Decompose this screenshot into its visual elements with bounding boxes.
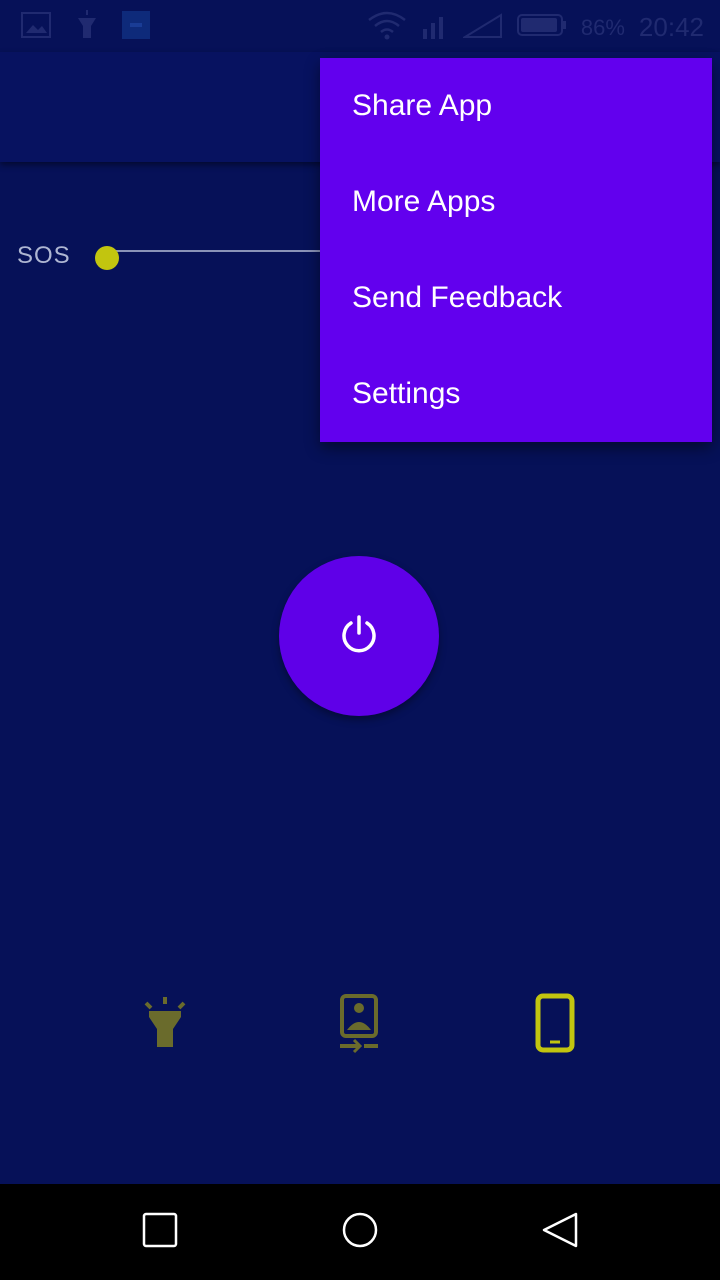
image-icon	[20, 11, 52, 44]
menu-item-settings[interactable]: Settings	[320, 346, 712, 442]
tab-front-camera[interactable]	[325, 990, 395, 1060]
tab-screen-light[interactable]	[520, 990, 590, 1060]
home-button[interactable]	[338, 1210, 382, 1254]
sos-slider-thumb[interactable]	[95, 246, 119, 270]
signal-icon-2	[461, 11, 503, 44]
sos-label: SOS	[17, 242, 71, 269]
front-camera-icon	[338, 992, 382, 1059]
menu-item-send-feedback[interactable]: Send Feedback	[320, 250, 712, 346]
flashlight-icon	[140, 995, 190, 1056]
clock: 20:42	[638, 12, 704, 42]
wifi-icon	[367, 10, 407, 45]
back-icon	[540, 1210, 580, 1255]
recents-button[interactable]	[138, 1210, 182, 1254]
flashlight-icon	[74, 10, 100, 45]
menu-item-more-apps[interactable]: More Apps	[320, 154, 712, 250]
sos-slider-track[interactable]	[107, 250, 347, 252]
menu-item-share-app[interactable]: Share App	[320, 58, 712, 154]
battery-percent: 86%	[580, 14, 625, 40]
back-button[interactable]	[538, 1210, 582, 1254]
home-icon	[340, 1210, 380, 1255]
tab-flashlight[interactable]	[130, 990, 200, 1060]
power-button[interactable]	[279, 556, 439, 716]
navigation-bar	[0, 1184, 720, 1280]
battery-icon	[516, 12, 567, 43]
recents-icon	[140, 1210, 180, 1255]
app-icon	[122, 11, 150, 44]
overflow-menu: Share App More Apps Send Feedback Settin…	[320, 58, 712, 442]
bottom-tabs	[0, 990, 720, 1070]
phone-screen-icon	[535, 993, 575, 1058]
power-icon	[339, 614, 379, 659]
status-bar: 86% 20:42	[0, 0, 720, 52]
signal-icon	[421, 11, 449, 44]
